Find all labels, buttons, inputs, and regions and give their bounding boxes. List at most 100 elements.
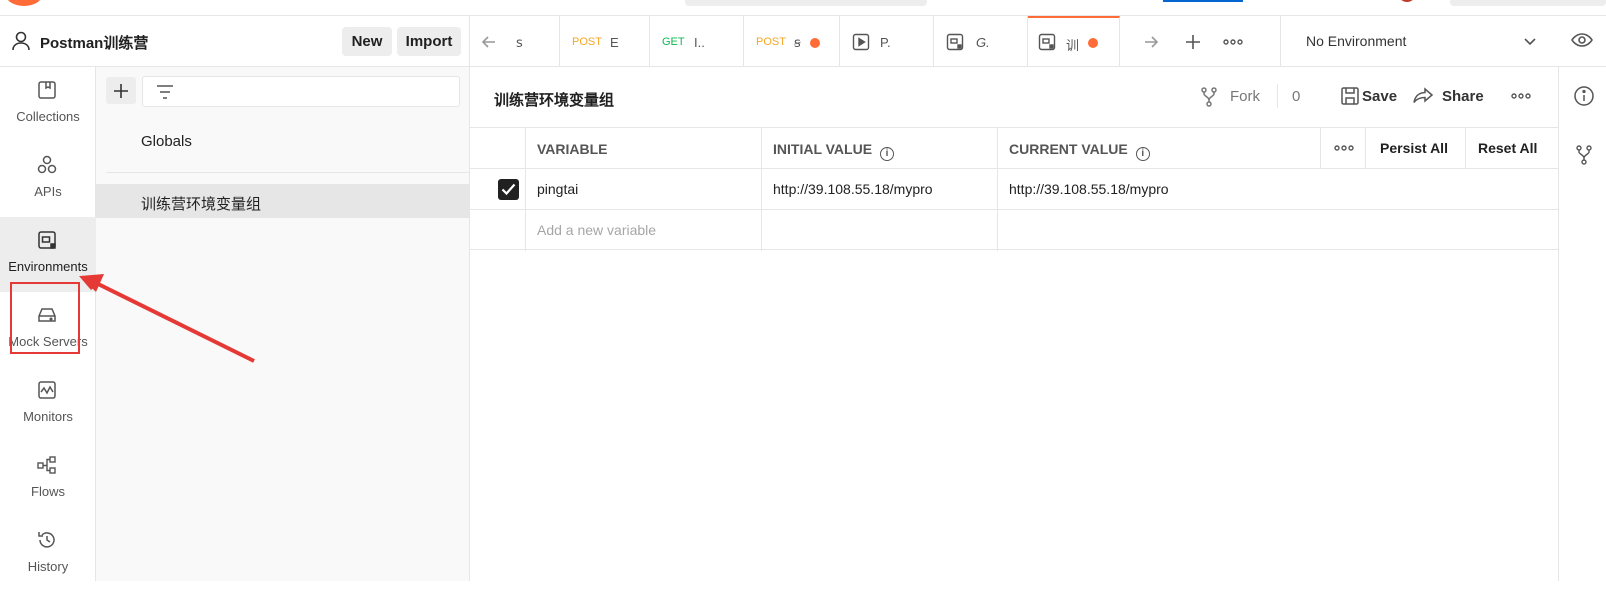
tab-request-4[interactable]: POST ꞩ	[744, 16, 840, 67]
filter-icon	[157, 85, 173, 99]
info-icon[interactable]: i	[1135, 147, 1150, 161]
plus-icon	[114, 84, 128, 98]
environment-title[interactable]: 训练营环境变量组	[494, 89, 614, 110]
user-icon	[12, 31, 30, 51]
tab-title: P.	[880, 35, 891, 50]
sidebar-item-environment[interactable]: 训练营环境变量组	[96, 184, 470, 218]
new-button[interactable]: New	[342, 27, 392, 56]
nav-monitors[interactable]: Monitors	[0, 367, 96, 442]
reset-all-button[interactable]: Reset All	[1466, 128, 1558, 169]
account-menu[interactable]	[1450, 0, 1606, 6]
nav-flows[interactable]: Flows	[0, 442, 96, 517]
unsaved-dot	[1088, 38, 1098, 48]
reset-all-label: Reset All	[1478, 140, 1538, 156]
variable-name-cell[interactable]: pingtai	[526, 169, 762, 210]
info-icon[interactable]: i	[880, 147, 895, 161]
nav-collections[interactable]: Collections	[0, 67, 96, 142]
tab-scroll-right-icon[interactable]	[1140, 31, 1162, 53]
tab-request-3[interactable]: GET I..	[650, 16, 744, 67]
environment-selector[interactable]: No Environment	[1280, 16, 1556, 67]
postman-logo[interactable]	[6, 0, 42, 6]
workspace-header: Postman训练营 New Import	[0, 16, 470, 67]
new-variable-input[interactable]: Add a new variable	[526, 210, 762, 251]
tab-title: ꜱ	[516, 35, 523, 50]
tab-title: 训	[1066, 38, 1080, 53]
row-checkbox-cell	[470, 169, 526, 210]
environment-editor: 训练营环境变量组 Fork 0 Save Share VARIABLE INIT…	[470, 67, 1558, 581]
fork-icon	[1201, 87, 1217, 107]
nav-apis[interactable]: APIs	[0, 142, 96, 217]
annotation-highlight-box	[10, 282, 80, 354]
environment-icon	[1038, 33, 1056, 51]
flows-icon	[37, 456, 56, 474]
column-header-variable: VARIABLE	[526, 128, 762, 169]
environments-icon	[38, 231, 56, 249]
fork-label: Fork	[1230, 88, 1260, 105]
create-environment-button[interactable]	[106, 77, 136, 104]
nav-label: Environments	[8, 259, 88, 274]
more-options-icon	[1334, 145, 1354, 151]
column-header-initial-value: INITIAL VALUE i	[762, 128, 998, 169]
sidebar-item-label: Globals	[141, 133, 192, 150]
collections-icon	[38, 81, 56, 99]
workspace-name[interactable]: Postman训练营	[40, 32, 148, 53]
tab-request-2[interactable]: POST E	[560, 16, 650, 67]
new-tab-icon[interactable]	[1182, 31, 1204, 53]
new-current-value-input[interactable]	[998, 210, 1558, 251]
tab-globals[interactable]: G.	[934, 16, 1028, 67]
nav-environments[interactable]: Environments	[0, 217, 96, 292]
variable-enabled-checkbox[interactable]	[498, 179, 519, 200]
checkmark-icon	[501, 183, 516, 196]
nav-label: Collections	[16, 109, 80, 124]
initial-value-cell[interactable]: http://39.108.55.18/mypro	[762, 169, 998, 210]
column-header-current-value: CURRENT VALUE i	[998, 128, 1321, 169]
current-value-cell[interactable]: http://39.108.55.18/mypro	[998, 169, 1558, 210]
persist-all-button[interactable]: Persist All	[1366, 128, 1466, 169]
tab-environment-active[interactable]: 训	[1028, 16, 1120, 67]
fork-icon[interactable]	[1574, 144, 1594, 166]
tab-runner[interactable]: P.	[840, 16, 934, 67]
share-label: Share	[1442, 88, 1484, 105]
column-options-button[interactable]	[1321, 128, 1366, 169]
column-label: CURRENT VALUE	[1009, 141, 1128, 157]
divider	[1277, 84, 1278, 108]
nav-label: APIs	[34, 184, 62, 199]
column-label: INITIAL VALUE	[773, 141, 873, 157]
save-label: Save	[1362, 88, 1398, 105]
tab-title: G.	[976, 35, 990, 50]
save-icon	[1341, 87, 1359, 105]
tab-method: POST	[572, 36, 602, 48]
tab-title: E	[610, 35, 619, 50]
runner-icon	[852, 33, 870, 51]
info-icon[interactable]	[1573, 85, 1595, 107]
import-button[interactable]: Import	[397, 27, 461, 56]
tab-method: GET	[662, 36, 685, 48]
search-bar[interactable]	[685, 0, 927, 6]
tab-title: ꞩ	[794, 35, 801, 50]
variable-name: pingtai	[537, 181, 579, 197]
chevron-down-icon	[1524, 38, 1536, 46]
upgrade-button[interactable]	[1163, 0, 1243, 2]
tab-request-1[interactable]: ꜱ	[470, 16, 560, 67]
row-checkbox-cell	[470, 210, 526, 251]
initial-value: http://39.108.55.18/mypro	[773, 181, 933, 197]
filter-input[interactable]	[142, 76, 460, 107]
share-icon	[1413, 87, 1434, 103]
left-navigation: Collections APIs Environments Mock Serve…	[0, 67, 96, 581]
more-actions-icon[interactable]	[1510, 89, 1532, 103]
environment-icon	[946, 33, 964, 51]
new-initial-value-input[interactable]	[762, 210, 998, 251]
sidebar-item-globals[interactable]: Globals	[96, 124, 470, 158]
top-bar	[0, 0, 1606, 16]
avatar[interactable]	[1400, 0, 1414, 2]
more-tabs-icon[interactable]	[1222, 31, 1244, 53]
fork-count: 0	[1292, 88, 1301, 105]
nav-label: Monitors	[23, 409, 73, 424]
monitors-icon	[38, 381, 56, 399]
eye-icon[interactable]	[1570, 28, 1594, 52]
table-header-row: VARIABLE INITIAL VALUE i CURRENT VALUE i P…	[470, 127, 1558, 169]
environments-sidebar: Globals 训练营环境变量组	[96, 67, 470, 581]
checkbox-column-header	[470, 128, 526, 169]
tab-bar: ꜱ POST E GET I.. POST ꞩ P. G. 训	[470, 16, 1280, 67]
tab-title: I..	[694, 35, 705, 50]
